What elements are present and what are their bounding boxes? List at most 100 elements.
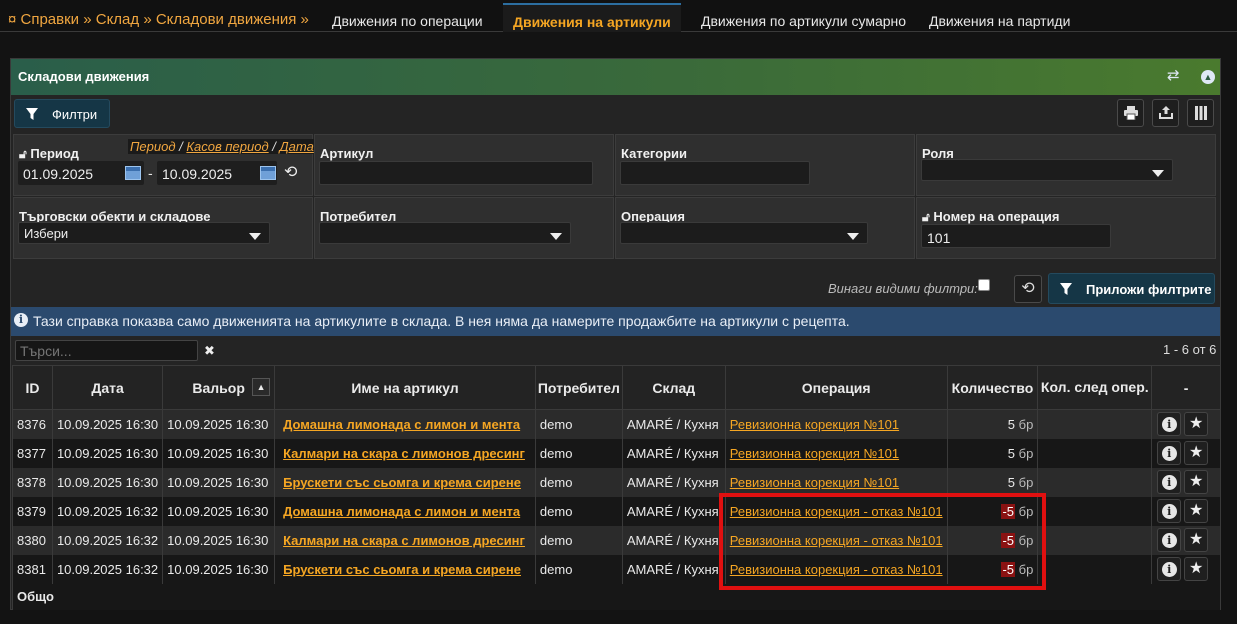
cell-valor: 10.09.2025 16:30 — [162, 496, 276, 526]
apply-filters-button[interactable]: Приложи филтрите — [1048, 273, 1215, 304]
info-text: Тази справка показва само движенията на … — [33, 313, 850, 329]
tab-article-movements-summary[interactable]: Движения по артикули сумарно — [701, 13, 906, 29]
star-icon: ★ — [1189, 531, 1204, 548]
export-button[interactable] — [1152, 99, 1179, 127]
row-info-button[interactable]: i — [1157, 528, 1182, 552]
column-header-user[interactable]: Потребител — [534, 365, 623, 410]
cell-quantity: 5 бр — [946, 438, 1039, 468]
cell-date: 10.09.2025 16:32 — [51, 496, 164, 526]
categories-input[interactable] — [620, 161, 810, 185]
row-favorite-button[interactable]: ★ — [1184, 441, 1209, 465]
columns-button[interactable] — [1187, 99, 1214, 127]
article-link[interactable]: Калмари на скара с лимонов дресинг — [283, 446, 525, 461]
row-favorite-button[interactable]: ★ — [1184, 557, 1209, 581]
column-header-date[interactable]: Дата — [51, 365, 164, 410]
row-info-button[interactable]: i — [1157, 557, 1182, 581]
article-filter: Артикул — [314, 134, 614, 196]
search-input[interactable] — [15, 340, 198, 361]
operation-link[interactable]: Ревизионна корекция №101 — [730, 417, 899, 432]
reset-filters-button[interactable]: ⟲ — [1014, 275, 1042, 303]
period-to-input[interactable]: 10.09.2025 — [157, 161, 277, 185]
cell-qty-after — [1037, 467, 1153, 497]
tab-batch-movements[interactable]: Движения на партиди — [929, 13, 1070, 29]
cell-qty-after — [1037, 554, 1153, 584]
row-info-button[interactable]: i — [1157, 499, 1182, 523]
operation-select[interactable] — [620, 222, 868, 244]
row-favorite-button[interactable]: ★ — [1184, 470, 1209, 494]
period-filter: 🔓︎ Период Период / Касов период / Дата 0… — [13, 134, 316, 196]
cell-user: demo — [534, 467, 623, 497]
column-header-article[interactable]: Име на артикул — [274, 365, 536, 410]
cell-user: demo — [534, 554, 623, 584]
collapse-icon[interactable]: ▲ — [1201, 70, 1215, 84]
period-mode-links: Период / Касов период / Дата — [128, 139, 316, 154]
row-favorite-button[interactable]: ★ — [1184, 499, 1209, 523]
calendar-icon[interactable] — [125, 166, 141, 180]
stores-filter: Търговски обекти и складове Избери — [13, 197, 313, 259]
operation-link[interactable]: Ревизионна корекция №101 — [730, 446, 899, 461]
stores-select[interactable]: Избери — [18, 222, 270, 244]
operation-number-input[interactable]: 101 — [921, 224, 1111, 248]
cell-warehouse: AMARÉ / Кухня — [621, 525, 726, 555]
tab-article-movements[interactable]: Движения на артикули — [503, 3, 681, 32]
user-select[interactable] — [319, 222, 571, 244]
filters-button[interactable]: Филтри — [14, 99, 110, 128]
column-header-actions: - — [1151, 365, 1221, 410]
article-link[interactable]: Домашна лимонада с лимон и мента — [283, 504, 520, 519]
row-info-button[interactable]: i — [1157, 441, 1182, 465]
unlock-icon[interactable]: 🔓︎ — [19, 147, 27, 161]
quantity-value: 5 — [1007, 416, 1016, 432]
breadcrumb[interactable]: ¤ Справки » Склад » Складови движения » — [8, 11, 309, 28]
article-label: Артикул — [320, 146, 374, 161]
article-link[interactable]: Брускети със сьомга и крема сирене — [283, 475, 521, 490]
cell-valor: 10.09.2025 16:30 — [162, 554, 276, 584]
cash-period-link[interactable]: Касов период — [186, 139, 268, 154]
cell-qty-after — [1037, 409, 1153, 439]
article-link[interactable]: Брускети със сьомга и крема сирене — [283, 562, 521, 577]
role-select[interactable] — [921, 159, 1173, 181]
always-visible-checkbox[interactable] — [978, 279, 990, 291]
cell-id: 8376 — [12, 409, 53, 439]
article-link[interactable]: Калмари на скара с лимонов дресинг — [283, 533, 525, 548]
quantity-unit: бр — [1018, 416, 1034, 432]
row-favorite-button[interactable]: ★ — [1184, 528, 1209, 552]
cell-user: demo — [534, 496, 623, 526]
quantity-value: 5 — [1007, 445, 1016, 461]
cell-id: 8377 — [12, 438, 53, 468]
cell-date: 10.09.2025 16:32 — [51, 554, 164, 584]
reset-period-icon[interactable]: ⟲ — [284, 162, 297, 182]
star-icon: ★ — [1189, 444, 1204, 461]
tab-movements-by-operation[interactable]: Движения по операции — [332, 13, 483, 29]
print-button[interactable] — [1117, 99, 1144, 127]
user-filter: Потребител — [314, 197, 614, 259]
cell-qty-after — [1037, 496, 1153, 526]
quantity-value: 5 — [1007, 474, 1016, 490]
highlight-box — [719, 493, 1046, 590]
article-link[interactable]: Домашна лимонада с лимон и мента — [283, 417, 520, 432]
row-favorite-button[interactable]: ★ — [1184, 412, 1209, 437]
unlock-icon[interactable]: 🔓︎ — [922, 210, 930, 224]
info-icon: i — [1161, 475, 1177, 490]
cell-warehouse: AMARÉ / Кухня — [621, 496, 726, 526]
column-header-qty-after[interactable]: Кол. след опер. — [1037, 365, 1153, 410]
period-link[interactable]: Период — [130, 139, 176, 154]
column-header-id[interactable]: ID — [12, 365, 53, 410]
sort-asc-icon[interactable]: ▲ — [252, 378, 271, 396]
column-header-operation[interactable]: Операция — [724, 365, 948, 410]
column-header-warehouse[interactable]: Склад — [621, 365, 726, 410]
top-navigation: ¤ Справки » Склад » Складови движения » … — [0, 0, 1237, 32]
cell-user: demo — [534, 409, 623, 439]
row-info-button[interactable]: i — [1157, 412, 1182, 437]
clear-search-icon[interactable]: ✖ — [204, 343, 215, 359]
row-info-button[interactable]: i — [1157, 470, 1182, 494]
funnel-icon — [1060, 283, 1072, 295]
date-link[interactable]: Дата — [280, 139, 314, 154]
column-header-quantity[interactable]: Количество — [946, 365, 1039, 410]
cell-date: 10.09.2025 16:30 — [51, 467, 164, 497]
star-icon: ★ — [1189, 415, 1204, 433]
article-input[interactable] — [319, 161, 593, 185]
column-header-valor[interactable]: Вальор ▲ — [162, 365, 276, 410]
swap-icon[interactable]: ⇄ — [1167, 68, 1180, 84]
operation-link[interactable]: Ревизионна корекция №101 — [730, 475, 899, 490]
calendar-icon[interactable] — [260, 166, 276, 180]
